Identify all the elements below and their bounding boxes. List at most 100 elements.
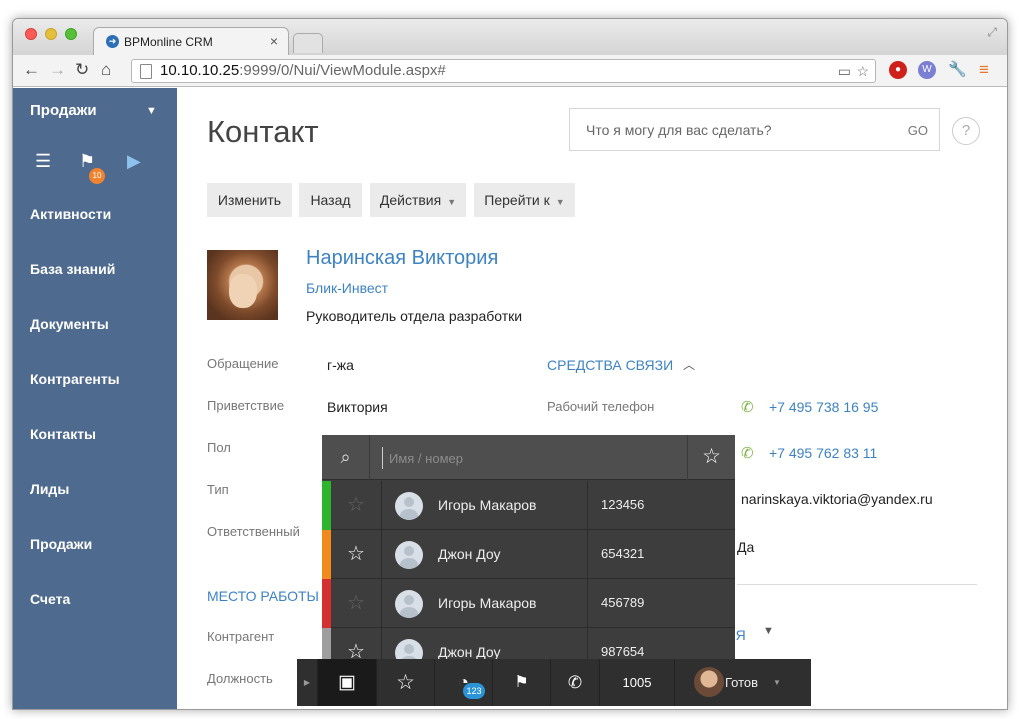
sidebar-item-accounts[interactable]: Контрагенты <box>30 371 120 387</box>
sidebar-item-documents[interactable]: Документы <box>30 316 109 332</box>
contact-number[interactable]: 987654 <box>601 644 644 659</box>
forward-arrow-icon[interactable]: → <box>49 60 66 80</box>
camera-icon[interactable]: ▭ <box>838 63 851 80</box>
star-icon[interactable]: ☆ <box>331 530 382 579</box>
sidebar-item-contacts[interactable]: Контакты <box>30 426 96 442</box>
status-dropdown[interactable]: Готов <box>725 659 758 706</box>
menu-icon[interactable]: ≡ <box>979 60 989 80</box>
contact-number[interactable]: 123456 <box>601 497 644 512</box>
search-icon: ⌕ <box>322 435 370 480</box>
contact-job-title: Руководитель отдела разработки <box>306 308 523 324</box>
page-title: Контакт <box>207 114 319 149</box>
phone-link-2[interactable]: +7 495 762 83 11 <box>769 445 877 461</box>
next-icon[interactable]: ▶ <box>127 151 141 172</box>
sidebar-section-title[interactable]: Продажи <box>30 102 97 119</box>
contact-photo[interactable] <box>207 250 278 320</box>
field-value-yes: Да <box>737 539 755 555</box>
status-strip <box>322 481 331 530</box>
email-value[interactable]: narinskaya.viktoria@yandex.ru <box>741 491 933 507</box>
divider <box>737 584 977 585</box>
field-label-position: Должность <box>207 671 273 686</box>
back-arrow-icon[interactable]: ← <box>23 60 40 80</box>
contact-company-link[interactable]: Блик-Инвест <box>306 280 388 296</box>
wrench-icon[interactable]: 🔧 <box>948 60 967 78</box>
history-clock-icon[interactable]: ◔ <box>435 659 493 706</box>
contact-name: Джон Доу <box>438 644 501 660</box>
field-label-gender: Пол <box>207 440 231 455</box>
list-item[interactable]: ☆ Джон Доу 654321 <box>322 530 735 579</box>
extension-icon[interactable]: W <box>918 61 936 79</box>
go-button[interactable]: GO <box>908 123 928 138</box>
chevron-down-icon[interactable]: ▼ <box>146 105 157 117</box>
collapse-toolbar-icon[interactable]: ▶ <box>297 659 318 706</box>
work-phone-label: Рабочий телефон <box>547 399 655 414</box>
browser-tab[interactable]: ➜ BPMonline CRM × <box>93 27 289 55</box>
contact-number[interactable]: 654321 <box>601 546 644 561</box>
contact-number[interactable]: 456789 <box>601 595 644 610</box>
phone-call-icon[interactable]: ✆ <box>741 398 754 416</box>
avatar[interactable] <box>694 667 724 697</box>
star-icon[interactable]: ☆ <box>331 579 382 628</box>
field-label-owner: Ответственный <box>207 524 300 539</box>
contact-name: Джон Доу <box>438 546 501 562</box>
back-button-label: Назад <box>310 192 351 208</box>
tab-bar: ➜ BPMonline CRM × ⤢ <box>13 19 1007 55</box>
address-bar: ← → ↻ ⌂ 10.10.10.25:9999/0/Nui/ViewModul… <box>13 55 1007 87</box>
phone-search-input[interactable] <box>382 447 672 469</box>
favorites-star-icon[interactable]: ☆ <box>377 659 435 706</box>
bookmark-star-icon[interactable]: ☆ <box>856 63 869 80</box>
new-tab-button[interactable] <box>293 33 323 53</box>
sidebar-item-invoices[interactable]: Счета <box>30 591 70 607</box>
phone-call-icon[interactable]: ✆ <box>741 444 754 462</box>
list-item[interactable]: ☆ Игорь Макаров 456789 <box>322 579 735 628</box>
goto-button[interactable]: Перейти к ▼ <box>474 183 575 217</box>
field-value-salutation[interactable]: г-жа <box>327 357 354 373</box>
field-value-greeting[interactable]: Виктория <box>327 399 388 415</box>
zoom-window-button[interactable] <box>65 28 77 40</box>
tab-close-icon[interactable]: × <box>270 33 278 49</box>
command-search-input[interactable] <box>570 109 900 150</box>
phone-search-bar: ⌕ ☆ <box>322 435 735 480</box>
url-field[interactable]: 10.10.10.25:9999/0/Nui/ViewModule.aspx# … <box>131 59 876 83</box>
sidebar-item-knowledge-base[interactable]: База знаний <box>30 261 115 277</box>
page-icon <box>140 64 152 79</box>
list-item[interactable]: ☆ Игорь Макаров 123456 <box>322 481 735 530</box>
field-label-salutation: Обращение <box>207 356 279 371</box>
actions-button[interactable]: Действия ▼ <box>370 183 466 217</box>
flag-icon[interactable]: ⚑ <box>493 659 551 706</box>
minimize-window-button[interactable] <box>45 28 57 40</box>
star-icon[interactable]: ☆ <box>331 481 382 530</box>
chevron-down-icon[interactable]: ▼ <box>763 625 774 637</box>
contact-name: Наринская Виктория <box>306 247 499 269</box>
sidebar-item-leads[interactable]: Лиды <box>30 481 69 497</box>
favorites-star-icon[interactable]: ☆ <box>687 435 735 480</box>
adblock-icon[interactable]: ● <box>889 61 907 79</box>
list-icon[interactable]: ☰ <box>35 151 51 172</box>
url-path: :9999/0/Nui/ViewModule.aspx# <box>239 62 446 79</box>
url-host: 10.10.10.25 <box>160 62 240 79</box>
avatar <box>395 590 423 618</box>
help-icon[interactable]: ? <box>952 117 980 145</box>
goto-button-label: Перейти к <box>484 192 550 208</box>
chevron-down-icon: ▼ <box>447 197 457 207</box>
field-label-account: Контрагент <box>207 629 275 644</box>
reload-icon[interactable]: ↻ <box>75 60 89 80</box>
divider <box>587 481 588 530</box>
fullscreen-icon[interactable]: ⤢ <box>987 25 997 40</box>
phone-link-1[interactable]: +7 495 738 16 95 <box>769 399 878 415</box>
sidebar-item-activities[interactable]: Активности <box>30 206 111 222</box>
back-button[interactable]: Назад <box>299 183 362 217</box>
edit-button[interactable]: Изменить <box>207 183 292 217</box>
home-icon[interactable]: ⌂ <box>101 60 111 80</box>
tab-title: BPMonline CRM <box>124 35 213 49</box>
sidebar-item-sales[interactable]: Продажи <box>30 536 92 552</box>
close-window-button[interactable] <box>25 28 37 40</box>
contacts-book-icon[interactable]: ▣ <box>318 659 377 706</box>
work-section-header[interactable]: МЕСТО РАБОТЫ <box>207 588 319 604</box>
chevron-down-icon[interactable]: ▼ <box>773 659 781 706</box>
chevron-up-icon[interactable]: ︿ <box>683 356 695 373</box>
field-label-type: Тип <box>207 482 229 497</box>
actions-button-label: Действия <box>379 192 442 208</box>
phone-icon[interactable]: ✆ <box>551 659 600 706</box>
communications-header[interactable]: СРЕДСТВА СВЯЗИ <box>547 357 673 373</box>
